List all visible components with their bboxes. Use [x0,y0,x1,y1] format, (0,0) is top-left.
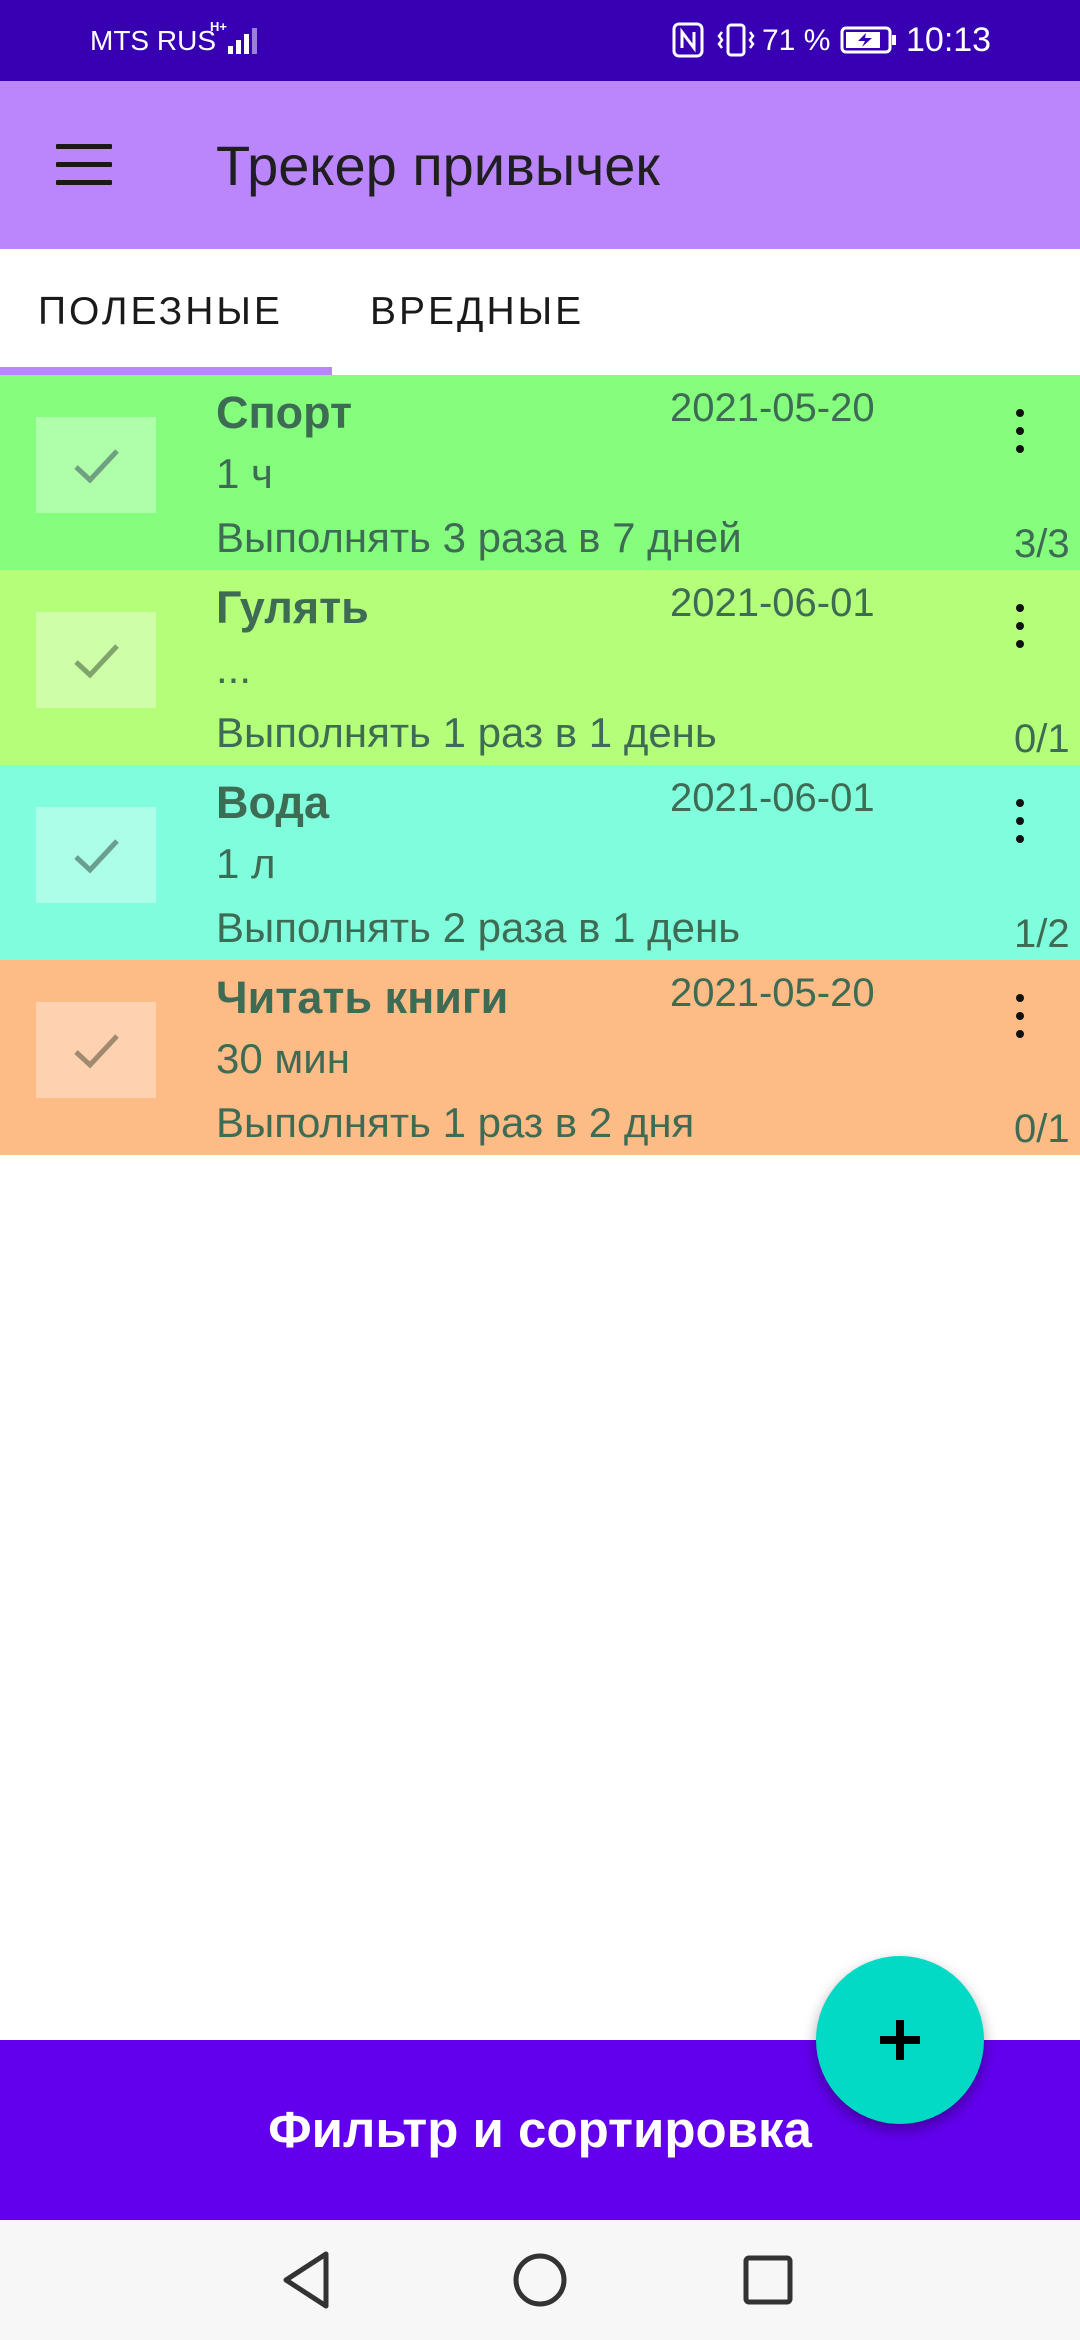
home-icon[interactable] [500,2240,580,2320]
back-icon[interactable] [268,2240,348,2320]
app-bar: Трекер привычек [0,81,1080,249]
habit-row[interactable]: Читать книги 2021-05-20 30 мин Выполнять… [0,960,1080,1155]
add-habit-button[interactable] [816,1956,984,2124]
tab-indicator [0,367,332,375]
habit-list: Спорт 2021-05-20 1 ч Выполнять 3 раза в … [0,375,1080,1155]
habit-detail: ... [216,645,252,692]
habit-progress: 0/1 [1014,717,1070,761]
clock: 10:13 [906,21,992,59]
more-options-icon[interactable] [990,391,1050,471]
habit-rule: Выполнять 1 раз в 1 день [216,709,717,756]
habit-progress: 1/2 [1014,912,1070,956]
app-title: Трекер привычек [216,134,660,197]
habit-progress: 3/3 [1014,522,1070,566]
habit-name: Гулять [216,582,369,633]
network-type: H+ [210,19,227,34]
carrier-name: MTS RUS [90,25,216,56]
screen: MTS RUS H+ 71 % 10:13 Трекер привычек ПО… [0,0,1080,2340]
habit-date: 2021-05-20 [670,971,875,1015]
more-options-icon[interactable] [990,781,1050,861]
tab-harmful[interactable]: ВРЕДНЫЕ [370,249,584,375]
habit-row[interactable]: Спорт 2021-05-20 1 ч Выполнять 3 раза в … [0,375,1080,570]
habit-date: 2021-06-01 [670,776,875,820]
recents-icon[interactable] [728,2240,808,2320]
check-icon[interactable] [36,1002,156,1098]
signal-icon [228,22,262,54]
tab-bar: ПОЛЕЗНЫЕ ВРЕДНЫЕ [0,249,1080,375]
habit-rule: Выполнять 3 раза в 7 дней [216,514,742,561]
habit-date: 2021-06-01 [670,581,875,625]
check-icon[interactable] [36,612,156,708]
more-options-icon[interactable] [990,586,1050,666]
habit-row[interactable]: Вода 2021-06-01 1 л Выполнять 2 раза в 1… [0,765,1080,960]
hamburger-menu-icon[interactable] [34,117,134,213]
habit-name: Спорт [216,387,353,438]
tab-useful[interactable]: ПОЛЕЗНЫЕ [38,249,283,375]
vibrate-icon [717,23,755,57]
battery-charging-icon [840,26,896,54]
battery-percent: 71 % [762,24,831,57]
check-icon[interactable] [36,807,156,903]
habit-name: Вода [216,777,329,828]
habit-row[interactable]: Гулять 2021-06-01 ... Выполнять 1 раз в … [0,570,1080,765]
habit-detail: 1 ч [216,450,273,497]
habit-detail: 1 л [216,840,276,887]
habit-detail: 30 мин [216,1035,350,1082]
more-options-icon[interactable] [990,976,1050,1056]
plus-icon [880,2020,920,2060]
status-bar: MTS RUS H+ 71 % 10:13 [0,0,1080,81]
system-nav-bar [0,2220,1080,2340]
habit-rule: Выполнять 1 раз в 2 дня [216,1099,695,1146]
habit-rule: Выполнять 2 раза в 1 день [216,904,741,951]
habit-name: Читать книги [216,972,509,1023]
habit-progress: 0/1 [1014,1107,1070,1151]
habit-date: 2021-05-20 [670,386,875,430]
check-icon[interactable] [36,417,156,513]
nfc-icon [672,22,704,58]
